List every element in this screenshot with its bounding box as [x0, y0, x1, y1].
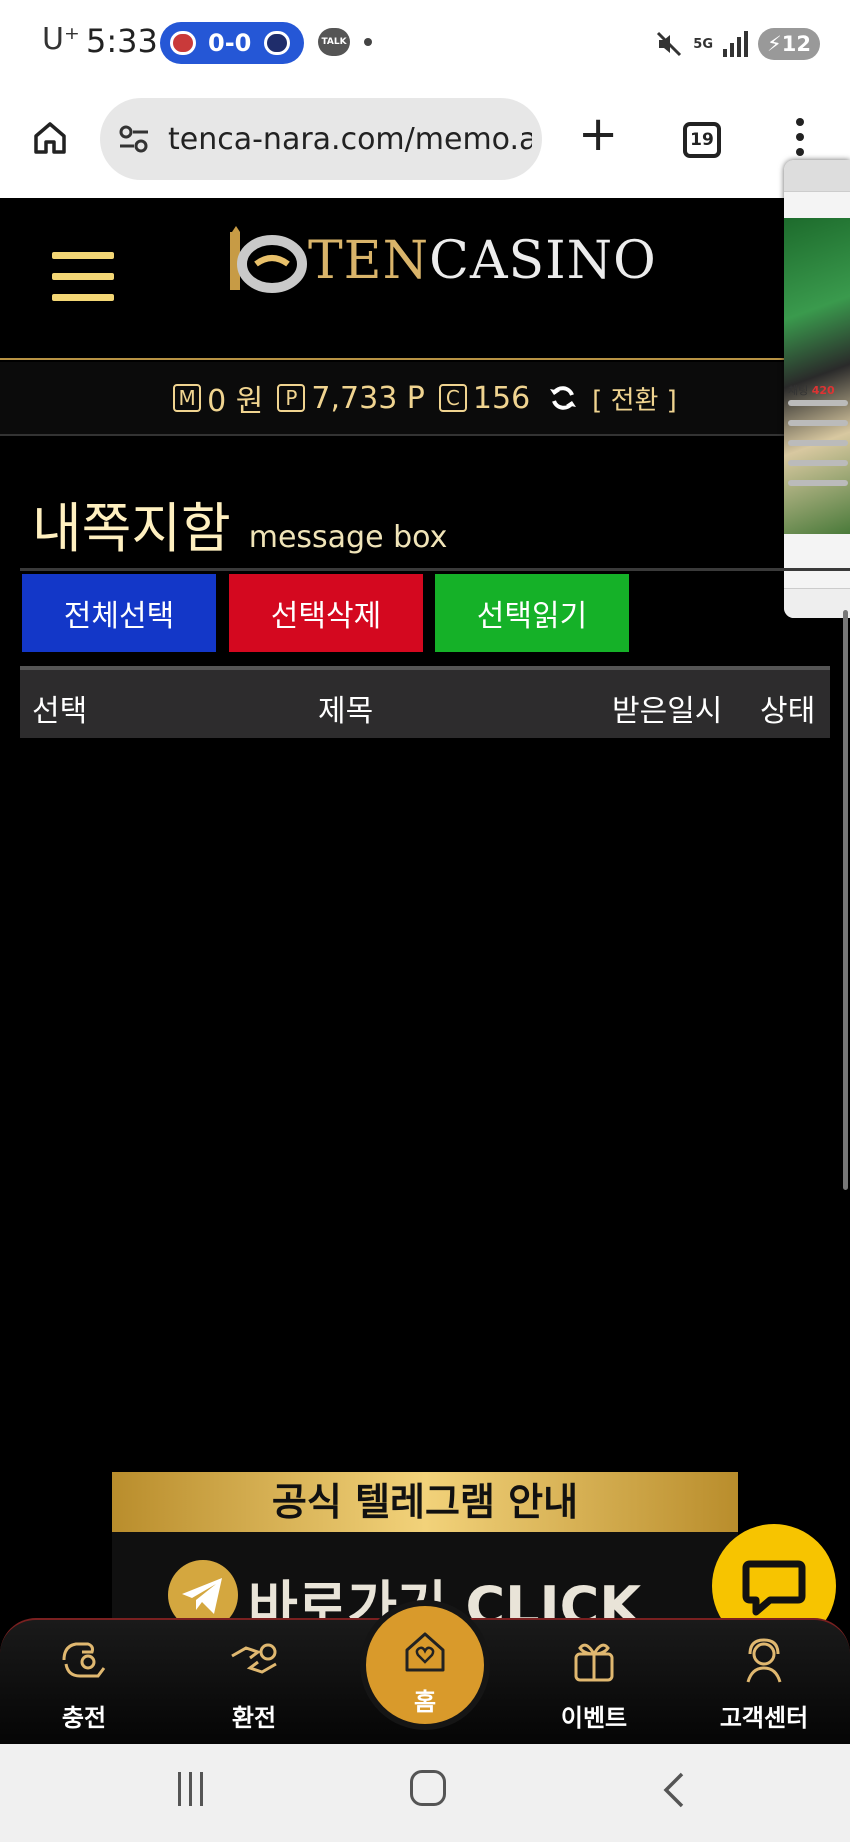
pip-chat-label: 채팅 420	[788, 384, 835, 397]
nav-home[interactable]: 홈	[360, 1600, 490, 1730]
home-heart-icon	[405, 1632, 445, 1672]
site-settings-icon[interactable]	[118, 124, 150, 154]
page-title-ko: 내쪽지함	[32, 497, 231, 560]
coin-icon: C	[438, 384, 467, 412]
new-tab-icon[interactable]: +	[578, 110, 618, 158]
point-balance: P 7,733 P	[277, 381, 425, 416]
browser-toolbar: tenca-nara.com/memo.a + 19	[0, 88, 850, 198]
headset-icon	[746, 1638, 782, 1683]
scrollbar[interactable]	[843, 610, 848, 1190]
signal-icon	[723, 31, 748, 57]
mute-icon	[655, 30, 683, 58]
column-status: 상태	[760, 694, 816, 729]
telegram-banner-title: 공식 텔레그램 안내	[112, 1472, 738, 1532]
pip-chat-overlay[interactable]: 채팅 420	[784, 160, 850, 618]
live-score-chip: 0-0	[160, 22, 304, 64]
status-bar: U⁺ 5:33 0-0 TALK 5G ⚡ 12	[0, 0, 850, 88]
money-icon: M	[173, 384, 202, 412]
coin-balance: C 156	[438, 380, 531, 416]
page-title-en: message box	[248, 520, 448, 555]
network-type: 5G	[693, 36, 713, 52]
hamburger-menu-icon[interactable]	[52, 252, 114, 306]
money-balance: M 0 원	[173, 376, 263, 420]
nav-event-label: 이벤트	[560, 1704, 628, 1732]
battery-icon: ⚡ 12	[758, 28, 820, 60]
logo-text: TENCASINO	[308, 231, 657, 291]
nav-support-label: 고객센터	[719, 1704, 809, 1732]
address-bar[interactable]: tenca-nara.com/memo.a	[100, 98, 542, 180]
pip-chat-input	[784, 588, 850, 618]
site-header: TENCASINO	[0, 198, 850, 360]
system-home-icon[interactable]	[410, 1770, 446, 1806]
battery-level: 12	[781, 32, 811, 56]
point-icon: P	[277, 384, 306, 412]
point-value: 7,733 P	[311, 380, 425, 416]
delete-selected-button[interactable]: 선택삭제	[229, 574, 423, 652]
site-logo[interactable]: TENCASINO	[226, 226, 657, 296]
page-title: 내쪽지함 message box	[32, 484, 447, 563]
logo-mark-icon	[226, 226, 308, 296]
clock: 5:33	[86, 22, 158, 60]
status-indicators: 5G ⚡ 12	[655, 24, 820, 64]
nav-charge[interactable]: 충전	[24, 1626, 144, 1736]
refresh-icon[interactable]	[548, 383, 578, 413]
team-logo-icon	[264, 31, 290, 55]
nav-exchange-label: 환전	[231, 1704, 277, 1732]
convert-button[interactable]: [ 전환 ]	[592, 380, 677, 417]
exchange-icon	[231, 1643, 277, 1674]
pip-toolbar	[784, 160, 850, 192]
carrier-label: U⁺	[42, 22, 80, 57]
charge-icon	[62, 1642, 106, 1678]
score-text: 0-0	[208, 29, 252, 57]
nav-event[interactable]: 이벤트	[534, 1626, 654, 1736]
chat-bubble-icon	[742, 1560, 806, 1616]
url-text[interactable]: tenca-nara.com/memo.a	[168, 122, 532, 157]
message-table-header: 선택 제목 받은일시 상태	[20, 666, 830, 738]
system-navigation-bar	[0, 1744, 850, 1842]
home-icon[interactable]	[30, 118, 70, 158]
nav-exchange[interactable]: 환전	[194, 1626, 314, 1736]
back-icon[interactable]	[654, 1770, 694, 1810]
more-menu-icon[interactable]	[794, 118, 806, 162]
notification-dot-icon	[364, 38, 372, 46]
balance-bar: M 0 원 P 7,733 P C 156 [ 전환 ]	[0, 362, 850, 436]
nav-home-label: 홈	[413, 1688, 437, 1716]
recent-apps-icon[interactable]	[172, 1772, 208, 1812]
column-select: 선택	[32, 694, 88, 729]
nav-charge-label: 충전	[61, 1704, 107, 1732]
select-all-button[interactable]: 전체선택	[22, 574, 216, 652]
title-divider	[20, 568, 850, 571]
gift-icon	[574, 1643, 614, 1682]
column-received-date: 받은일시	[612, 694, 723, 729]
tab-switcher-button[interactable]: 19	[683, 122, 721, 158]
nav-support[interactable]: 고객센터	[704, 1626, 824, 1736]
read-selected-button[interactable]: 선택읽기	[435, 574, 629, 652]
pip-chat-messages	[788, 400, 848, 500]
coin-value: 156	[472, 380, 531, 416]
money-value: 0 원	[207, 384, 264, 419]
kakaotalk-icon: TALK	[318, 28, 350, 56]
column-subject: 제목	[318, 694, 374, 729]
team-flag-icon	[170, 31, 196, 55]
